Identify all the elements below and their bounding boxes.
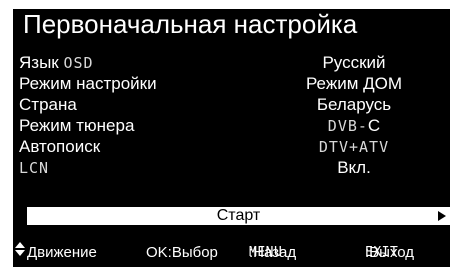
setting-value: DTV+ATV xyxy=(318,138,390,156)
setting-value: DVB-C xyxy=(327,116,381,135)
start-button[interactable]: Старт xyxy=(27,207,450,225)
initial-setup-menu: Первоначальная настройка Язык OSD Русски… xyxy=(13,9,450,267)
setting-label: Автопоиск xyxy=(19,137,101,156)
right-arrow-icon xyxy=(438,211,446,221)
setting-row-auto-search[interactable]: Автопоиск DTV+ATV xyxy=(19,137,444,158)
setting-row-country[interactable]: Страна Беларусь xyxy=(19,95,444,116)
setting-row-setup-mode[interactable]: Режим настройки Режим ДОМ xyxy=(19,74,444,95)
setting-label: LCN xyxy=(19,159,50,177)
setting-row-lcn[interactable]: LCN Вкл. xyxy=(19,158,444,179)
setting-value: Вкл. xyxy=(337,158,371,177)
start-label: Старт xyxy=(216,207,261,224)
setting-row-tuner-mode[interactable]: Режим тюнера DVB-C xyxy=(19,116,444,137)
setting-value: Беларусь xyxy=(316,95,392,114)
setting-label: Режим настройки xyxy=(19,74,157,93)
page-title: Первоначальная настройка xyxy=(23,9,358,39)
up-down-arrows-icon xyxy=(15,242,25,256)
hint-move: Движение xyxy=(27,244,97,261)
key-help-bar: Движение OK:Выбор MENU:Назад EXIT:Выход xyxy=(13,242,450,264)
setting-label: Страна xyxy=(19,95,77,114)
settings-list: Язык OSD Русский Режим настройки Режим Д… xyxy=(19,53,444,179)
setting-row-osd-language[interactable]: Язык OSD Русский xyxy=(19,53,444,74)
setting-label: Режим тюнера xyxy=(19,116,135,135)
setting-label: Язык OSD xyxy=(19,53,94,72)
setting-value: Русский xyxy=(322,53,386,72)
setting-value: Режим ДОМ xyxy=(305,74,403,93)
hint-ok: OK:Выбор xyxy=(146,244,218,261)
